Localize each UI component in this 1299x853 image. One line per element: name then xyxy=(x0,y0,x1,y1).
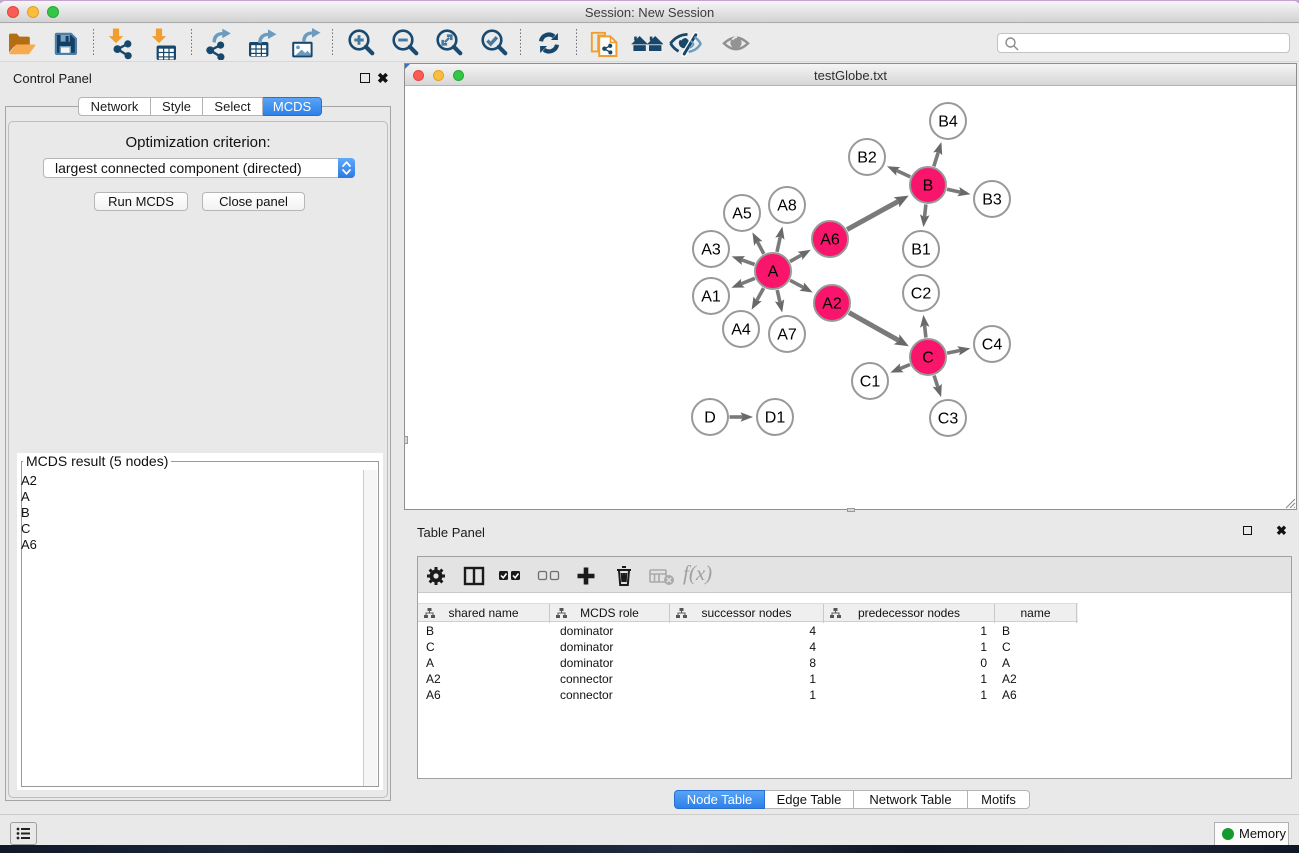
svg-text:A2: A2 xyxy=(822,296,842,313)
svg-text:C4: C4 xyxy=(982,337,1003,354)
svg-text:B: B xyxy=(923,178,934,195)
svg-text:A3: A3 xyxy=(701,242,721,259)
svg-text:A8: A8 xyxy=(777,198,797,215)
svg-text:D1: D1 xyxy=(765,410,786,427)
svg-text:B1: B1 xyxy=(911,242,931,259)
svg-text:C3: C3 xyxy=(938,411,959,428)
svg-text:C1: C1 xyxy=(860,374,881,391)
svg-text:C: C xyxy=(922,350,934,367)
svg-text:C2: C2 xyxy=(911,286,932,303)
svg-text:B3: B3 xyxy=(982,192,1002,209)
svg-text:A4: A4 xyxy=(731,322,751,339)
svg-text:A1: A1 xyxy=(701,289,721,306)
svg-text:D: D xyxy=(704,410,716,427)
svg-text:B2: B2 xyxy=(857,150,877,167)
svg-text:A5: A5 xyxy=(732,206,752,223)
svg-text:B4: B4 xyxy=(938,114,958,131)
svg-text:A: A xyxy=(768,264,779,281)
svg-text:A6: A6 xyxy=(820,232,840,249)
svg-text:A7: A7 xyxy=(777,327,797,344)
